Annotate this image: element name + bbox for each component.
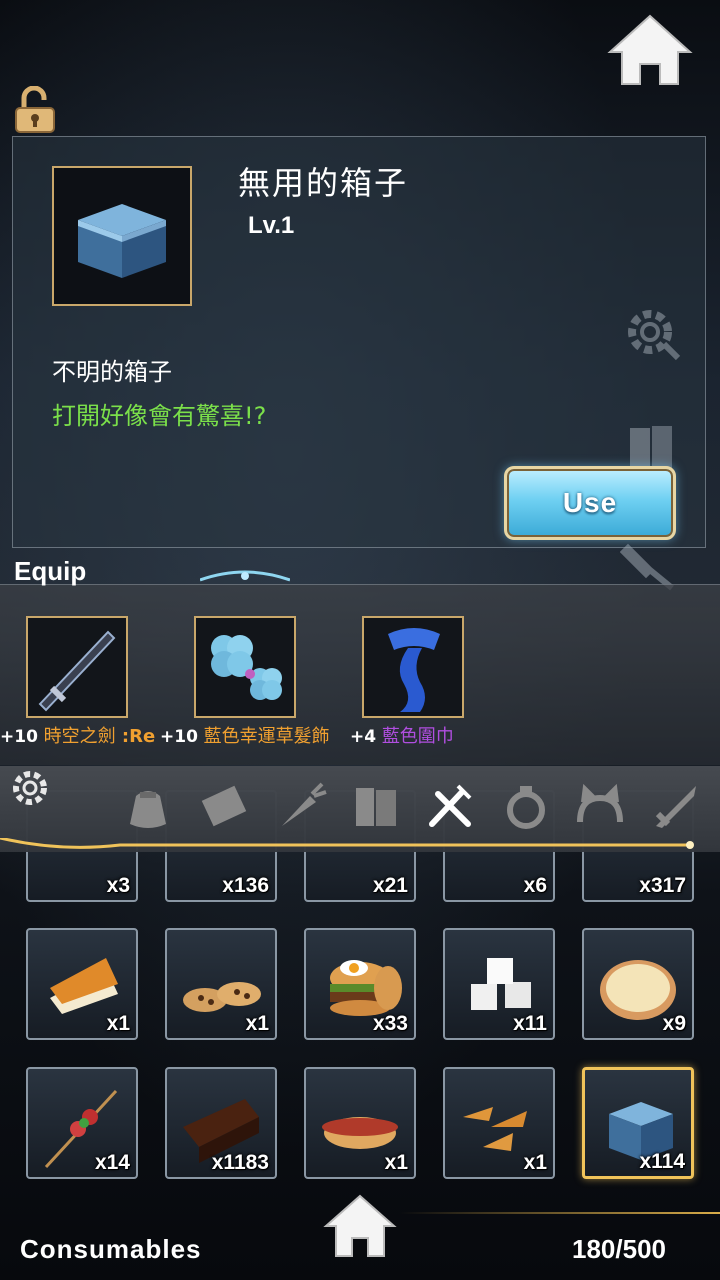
category-label: Consumables [20,1234,202,1264]
gear-icon[interactable] [620,300,684,364]
use-button[interactable]: Use [504,466,676,540]
equip-name-scarf: +4 藍色圍巾 [350,726,454,747]
tab-sword-icon[interactable] [648,778,704,834]
item-detail-frame [52,166,192,306]
inventory-slot[interactable]: x11 [443,928,555,1040]
inventory-capacity: 180/500 [572,1234,666,1264]
equip-slot-accessory[interactable] [194,616,296,718]
blue-box-icon [78,204,166,278]
footer-divider [400,1212,720,1214]
scarf-icon [388,628,440,712]
settings-gear-icon[interactable] [8,766,52,810]
sword-icon [38,630,116,712]
item-level: Lv.1 [248,212,295,239]
tab-cat-ears-icon[interactable] [572,778,628,834]
inventory-slot[interactable]: x1 [26,928,138,1040]
equip-name-weapon: +10 時空之劍 :Re [0,726,156,747]
unlock-icon[interactable] [14,86,56,134]
home-icon[interactable] [322,1192,398,1260]
inventory-slot[interactable]: x33 [304,928,416,1040]
tab-scroll-icon[interactable] [196,778,252,834]
divider-line [0,838,694,849]
inventory-slot[interactable]: x9 [582,928,694,1040]
home-icon[interactable] [606,12,694,88]
tab-books-icon[interactable] [348,778,404,834]
item-name: 無用的箱子 [238,164,409,202]
equip-slot-scarf[interactable] [362,616,464,718]
tab-carrot-icon[interactable] [272,778,328,834]
ornament-icon [200,570,290,582]
item-description: 不明的箱子 [52,358,172,386]
equip-label: Equip [14,556,87,586]
inventory-slot[interactable]: x1 [443,1067,555,1179]
equip-slot-weapon[interactable] [26,616,128,718]
inventory-slot[interactable]: x14 [26,1067,138,1179]
equip-name-accessory: +10 藍色幸運草髮飾 [160,726,330,747]
clover-hairpin-icon [211,635,282,700]
tab-bag-icon[interactable] [120,778,176,834]
inventory-slot[interactable]: x1 [304,1067,416,1179]
tab-ring-icon[interactable] [498,778,554,834]
inventory-slot[interactable]: x1183 [165,1067,277,1179]
inventory-slot-selected[interactable]: x114 [582,1067,694,1179]
tab-fork-knife-icon[interactable] [422,778,478,834]
inventory-slot[interactable]: x1 [165,928,277,1040]
item-flavor-text: 打開好像會有驚喜!? [52,402,267,430]
